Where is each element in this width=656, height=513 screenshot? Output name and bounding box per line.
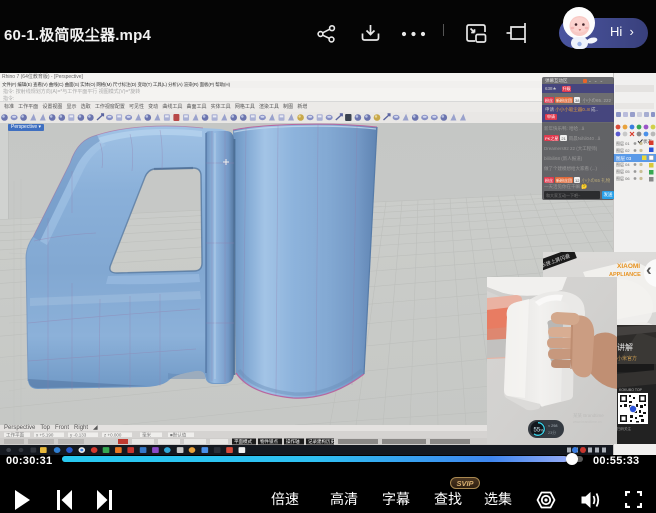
svg-text:图层 01: 图层 01 (616, 140, 630, 146)
svg-text:图层 05: 图层 05 (616, 168, 630, 174)
svg-text:平面模式: 平面模式 (234, 438, 252, 445)
svg-text:小米官方: 小米官方 (617, 355, 637, 362)
svg-text:y -0.133: y -0.133 (70, 433, 87, 438)
svg-text:z +0.000: z +0.000 (104, 433, 122, 438)
svg-text:www.brandtime.cn: www.brandtime.cn (573, 420, 602, 424)
svg-text:KOKUBO TOP: KOKUBO TOP (619, 388, 643, 392)
svg-text:23分: 23分 (548, 430, 556, 435)
svg-text:物件锁点: 物件锁点 (260, 438, 278, 445)
svg-text:≈ 298: ≈ 298 (548, 424, 557, 428)
svg-text:XIAOMI: XIAOMI (617, 263, 640, 270)
svg-text:图层 02: 图层 02 (616, 147, 630, 153)
svg-text:图层 06: 图层 06 (616, 175, 630, 181)
svg-text:x +5.190: x +5.190 (36, 433, 54, 438)
svg-text:扫码关注: 扫码关注 (617, 426, 631, 431)
svg-text:操作轴: 操作轴 (286, 438, 300, 445)
svg-text:讲解: 讲解 (617, 342, 633, 352)
svg-text:记录建构历史: 记录建构历史 (308, 438, 335, 445)
